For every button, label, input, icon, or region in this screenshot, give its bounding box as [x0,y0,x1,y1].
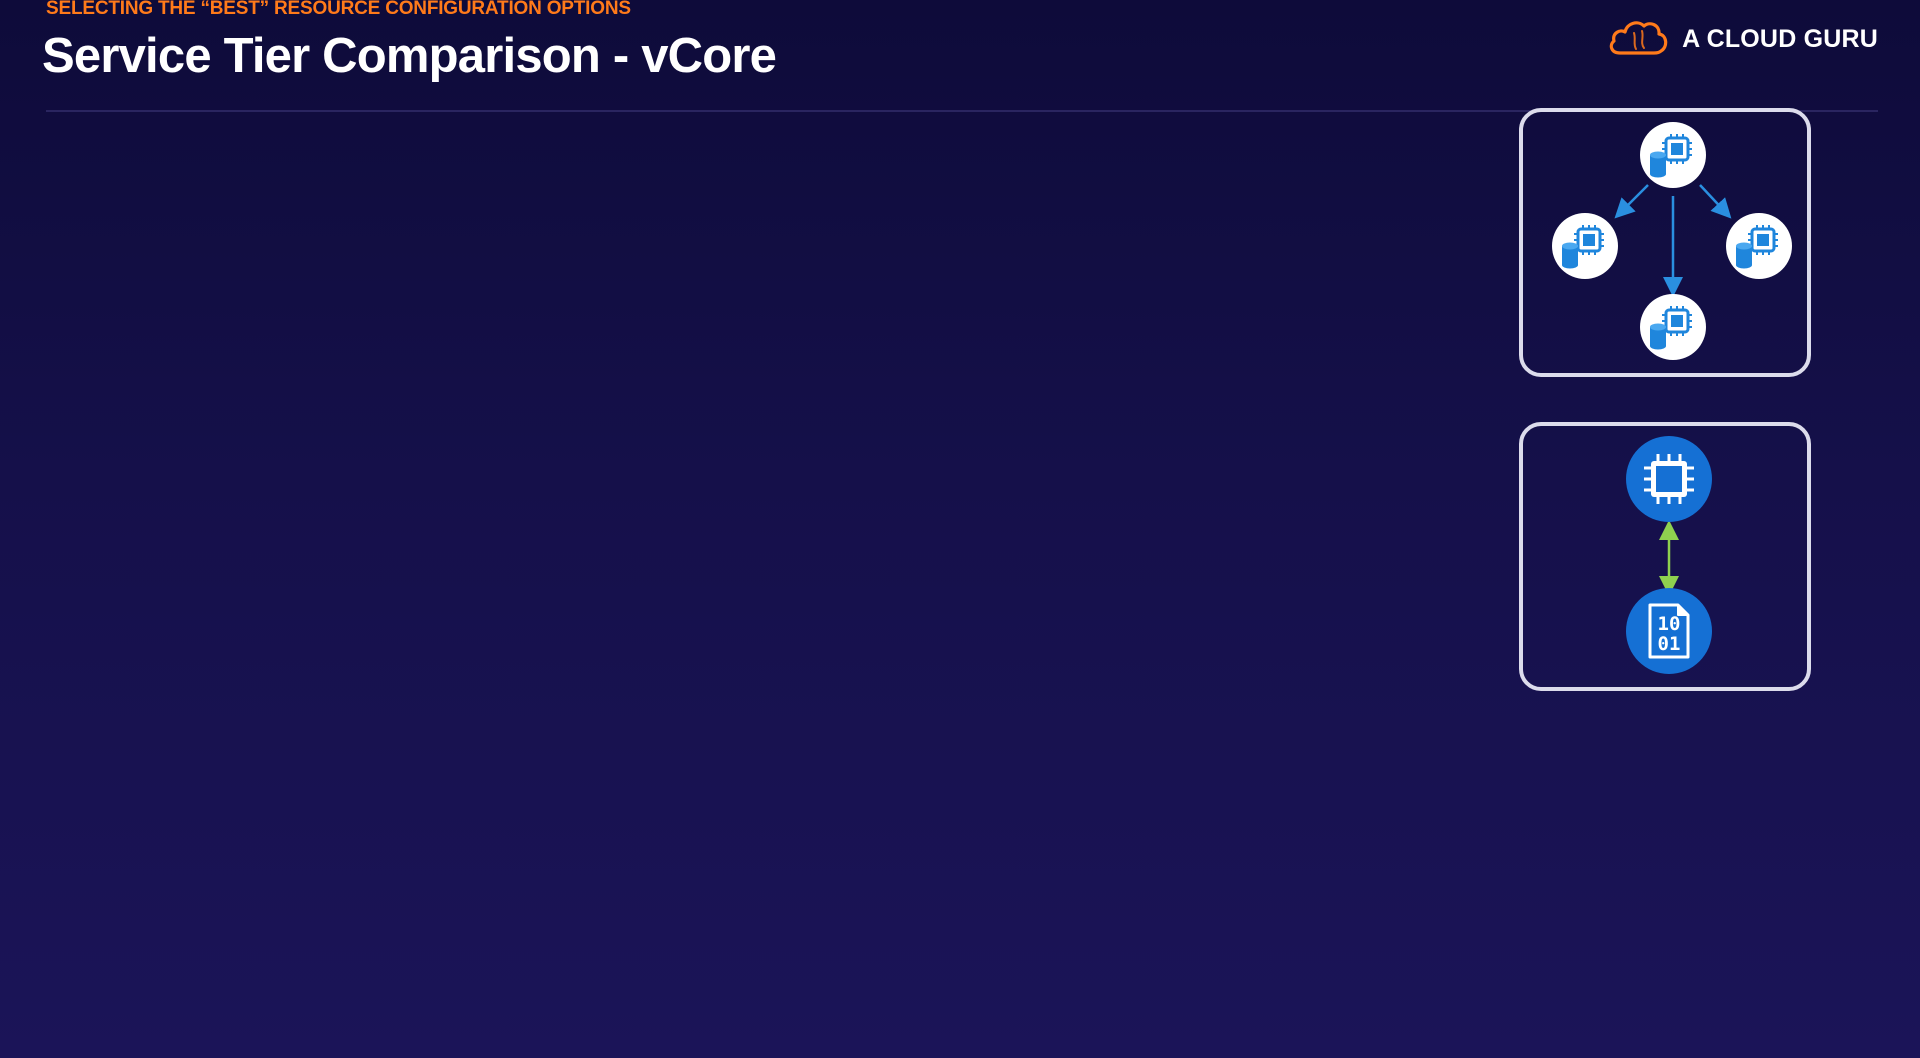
binary-line-1: 10 [1658,613,1681,635]
database-processor-icon [1640,122,1706,188]
database-processor-icon [1726,213,1792,279]
compute-storage-panel: 10 01 [1519,422,1811,691]
database-processor-icon [1552,213,1618,279]
brand-name: A CLOUD GURU [1682,25,1878,53]
binary-file-icon: 10 01 [1626,588,1712,674]
cloud-logo-icon [1606,17,1670,62]
database-processor-icon [1640,294,1706,360]
replica-diagram-panel [1519,108,1811,377]
page-title: Service Tier Comparison - vCore [42,29,777,83]
storage-node: 10 01 [1626,588,1712,674]
compute-node [1626,436,1712,522]
secondary-replica-right-node [1726,213,1792,279]
secondary-replica-left-node [1552,213,1618,279]
processor-chip-icon [1626,436,1712,522]
brand-logo: A CLOUD GURU [1606,17,1878,62]
secondary-replica-bottom-node [1640,294,1706,360]
primary-replica-node [1640,122,1706,188]
slide-eyebrow: SELECTING THE “BEST” RESOURCE CONFIGURAT… [46,0,631,19]
binary-line-2: 01 [1658,633,1681,655]
